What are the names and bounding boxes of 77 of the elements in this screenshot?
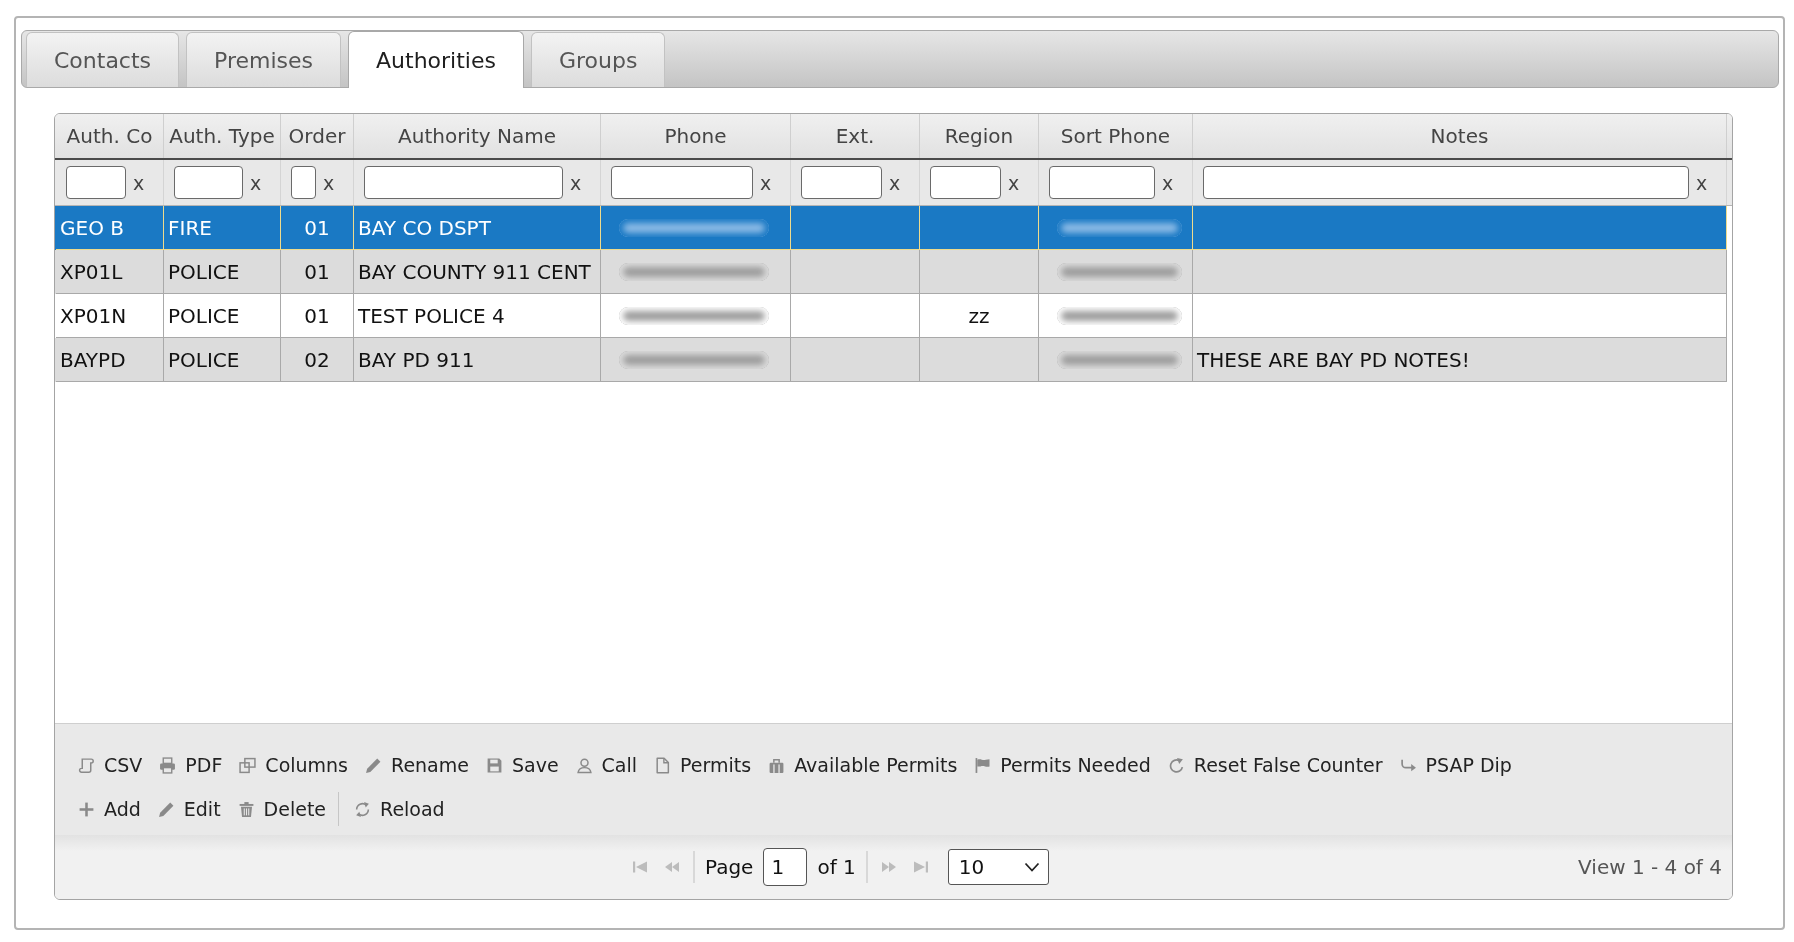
briefcase-icon (768, 756, 786, 774)
page-size-select[interactable]: 10 (947, 849, 1049, 885)
double-left-arrow-icon (664, 859, 680, 875)
filter-field[interactable] (174, 166, 243, 199)
toolbar-button[interactable]: Permits (649, 750, 757, 780)
filter-field[interactable] (1049, 166, 1155, 199)
column-header[interactable]: Ext. (791, 114, 920, 158)
trash-icon (237, 800, 255, 818)
toolbar-button[interactable]: Add (73, 794, 146, 824)
person-icon (575, 756, 593, 774)
filter-field[interactable] (66, 166, 126, 199)
filter-field[interactable] (611, 166, 753, 199)
table-row[interactable]: BAYPD POLICE 02 BAY PD 911 THESE ARE BAY PD NOTES! (55, 338, 1727, 382)
document-icon (654, 756, 672, 774)
tab[interactable]: Authorities (348, 31, 524, 88)
table-cell: 02 (281, 338, 354, 382)
plus-icon (78, 800, 95, 818)
pencil-icon (365, 756, 383, 774)
column-header[interactable]: Notes (1193, 114, 1727, 158)
toolbar-button[interactable]: CSV (73, 750, 148, 780)
table-cell: THESE ARE BAY PD NOTES! (1193, 338, 1727, 382)
page-label: Page (705, 855, 754, 879)
toolbar-button[interactable]: Reload (349, 794, 450, 824)
table-row[interactable]: XP01N POLICE 01 TEST POLICE 4 zz (55, 294, 1727, 338)
column-header[interactable]: Region (920, 114, 1039, 158)
toolbar-button[interactable]: PSAP Dip (1394, 750, 1517, 780)
printer-icon (159, 756, 177, 774)
flag-icon (974, 756, 992, 774)
toolbar-button[interactable]: PDF (154, 750, 228, 780)
toolbar-button[interactable]: Reset False Counter (1162, 750, 1388, 780)
column-header[interactable]: Auth. Type (164, 114, 281, 158)
column-header[interactable]: Order (281, 114, 354, 158)
filter-field[interactable] (364, 166, 563, 199)
clear-filter-link[interactable]: x (570, 171, 582, 194)
double-right-arrow-icon (880, 859, 897, 875)
clear-filter-link[interactable]: x (323, 171, 335, 194)
refresh-icon (1167, 756, 1185, 774)
toolbar-button[interactable]: Delete (232, 794, 332, 824)
table-cell: BAY PD 911 (354, 338, 601, 382)
page-count-label: of 1 (817, 855, 856, 879)
overlapping-squares-icon (239, 756, 257, 774)
toolbar-button[interactable]: Columns (234, 750, 354, 780)
clear-filter-link[interactable]: x (889, 171, 901, 194)
column-header[interactable]: Authority Name (354, 114, 601, 158)
filter-field[interactable] (930, 166, 1001, 199)
table-row[interactable]: GEO B FIRE 01 BAY CO DSPT (55, 206, 1727, 250)
clear-filter-link[interactable]: x (1008, 171, 1020, 194)
clear-filter-link[interactable]: x (1696, 171, 1708, 194)
toolbar-button[interactable]: Call (570, 750, 643, 780)
tab[interactable]: Premises (186, 32, 342, 87)
filter-field[interactable] (801, 166, 882, 199)
skip-to-end-icon (912, 859, 929, 875)
toolbar-button[interactable]: Rename (360, 750, 474, 780)
page-field[interactable]: 1 (763, 848, 808, 886)
clear-filter-link[interactable]: x (760, 171, 772, 194)
column-header[interactable]: Sort Phone (1039, 114, 1193, 158)
filter-field[interactable] (1203, 166, 1689, 199)
toolbar-button[interactable]: Edit (152, 794, 226, 824)
circular-arrows-icon (354, 800, 372, 818)
record-count-text: View 1 - 4 of 4 (1578, 855, 1723, 879)
toolbar-button[interactable]: Permits Needed (969, 750, 1156, 780)
table-cell: BAYPD (56, 338, 164, 382)
toolbar-button[interactable]: Available Permits (763, 750, 963, 780)
clear-filter-link[interactable]: x (133, 171, 145, 194)
pencil-icon (157, 800, 175, 818)
toolbar-button[interactable]: Save (480, 750, 564, 780)
column-header[interactable]: Auth. Co (56, 114, 164, 158)
scroll-icon (78, 756, 95, 774)
filter-field[interactable] (291, 166, 316, 199)
table-cell: POLICE (164, 338, 281, 382)
table-row[interactable]: XP01L POLICE 01 BAY COUNTY 911 CENT (55, 250, 1727, 294)
column-header[interactable]: Phone (601, 114, 791, 158)
tab[interactable]: Groups (530, 32, 666, 87)
tab[interactable]: Contacts (26, 32, 180, 87)
clear-filter-link[interactable]: x (250, 171, 262, 194)
clear-filter-link[interactable]: x (1162, 171, 1174, 194)
skip-to-start-icon (632, 859, 648, 875)
